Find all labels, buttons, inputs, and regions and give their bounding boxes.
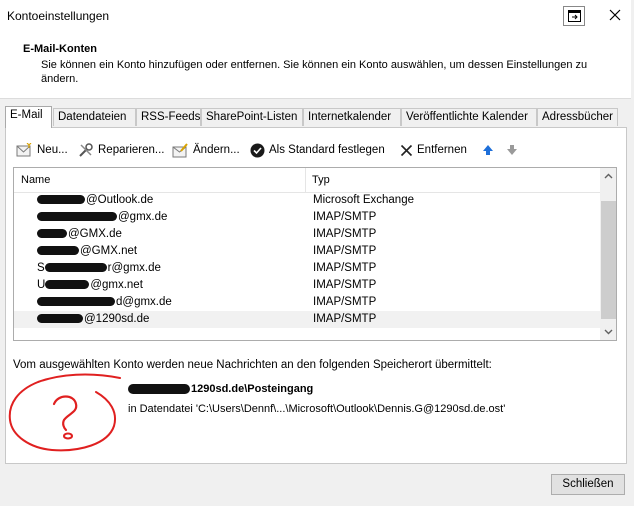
x-icon [400, 144, 413, 156]
delivery-folder: 1290sd.de\Posteingang [128, 383, 313, 395]
redaction-mark [37, 195, 85, 205]
chevron-up-icon [604, 173, 613, 179]
wrench-icon [79, 142, 93, 157]
scroll-thumb[interactable] [601, 201, 616, 319]
restore-icon [568, 10, 581, 22]
table-row[interactable]: d@gmx.de IMAP/SMTP [14, 294, 601, 311]
account-name: @Outlook.de [37, 194, 153, 206]
account-list: Name Typ @Outlook.de Microsoft Exchange … [13, 167, 617, 341]
redaction-mark [44, 263, 107, 273]
account-name: U @gmx.net [37, 279, 143, 291]
account-name: @1290sd.de [37, 313, 149, 325]
redaction-mark [45, 280, 90, 290]
window-title: Kontoeinstellungen [7, 9, 110, 23]
column-header-type[interactable]: Typ [312, 174, 330, 186]
remove-button[interactable]: Entfernen [400, 141, 467, 159]
table-row[interactable]: Sr@gmx.de IMAP/SMTP [14, 260, 601, 277]
header-title: E-Mail-Konten [23, 43, 97, 55]
list-header: Name Typ [14, 168, 601, 193]
tab-adressbuecher[interactable]: Adressbücher [537, 108, 618, 126]
delivery-datafile: in Datendatei 'C:\Users\Dennf\...\Micros… [128, 403, 506, 415]
restore-button[interactable] [563, 6, 585, 26]
title-bar: Kontoeinstellungen [0, 0, 634, 32]
dialog-header: E-Mail-Konten Sie können ein Konto hinzu… [0, 32, 634, 99]
tab-rss-feeds[interactable]: RSS-Feeds [136, 108, 201, 126]
scroll-down-button[interactable] [600, 323, 616, 340]
change-icon [172, 142, 188, 157]
tab-sharepoint-listen[interactable]: SharePoint-Listen [201, 108, 303, 126]
repair-button[interactable]: Reparieren... [78, 141, 164, 159]
change-button[interactable]: Ändern... [172, 141, 240, 159]
dialog-footer [0, 465, 634, 506]
new-button[interactable]: Neu... [16, 141, 68, 159]
redaction-mark [128, 384, 190, 395]
move-up-button[interactable] [482, 141, 498, 159]
account-type: IMAP/SMTP [313, 262, 377, 274]
table-row[interactable]: U @gmx.net IMAP/SMTP [14, 277, 601, 294]
window-close-button[interactable] [603, 6, 627, 26]
checkmark-icon [250, 143, 265, 157]
account-name: @GMX.de [37, 228, 122, 240]
tab-datendateien[interactable]: Datendateien [53, 108, 136, 126]
account-type: Microsoft Exchange [313, 194, 414, 206]
arrow-down-icon [507, 145, 517, 155]
move-down-button[interactable] [506, 141, 522, 159]
column-header-name[interactable]: Name [21, 174, 50, 186]
chevron-down-icon [604, 329, 613, 335]
account-type: IMAP/SMTP [313, 245, 377, 257]
account-name: @gmx.de [37, 211, 167, 223]
question-mark-annotation [8, 373, 121, 452]
account-type: IMAP/SMTP [313, 211, 377, 223]
table-row[interactable]: @GMX.net IMAP/SMTP [14, 243, 601, 260]
account-name: @GMX.net [37, 245, 137, 257]
redaction-mark [37, 212, 117, 222]
close-icon [609, 9, 621, 21]
table-row[interactable]: @Outlook.de Microsoft Exchange [14, 192, 601, 209]
scroll-up-button[interactable] [600, 168, 616, 185]
column-divider[interactable] [305, 168, 306, 192]
tab-email[interactable]: E-Mail [5, 106, 52, 128]
table-row[interactable]: @gmx.de IMAP/SMTP [14, 209, 601, 226]
account-name: Sr@gmx.de [37, 262, 161, 274]
account-type: IMAP/SMTP [313, 313, 377, 325]
header-description: Sie können ein Konto hinzufügen oder ent… [41, 59, 588, 85]
account-type: IMAP/SMTP [313, 228, 377, 240]
account-type: IMAP/SMTP [313, 296, 377, 308]
redaction-mark [37, 297, 115, 307]
arrow-up-icon [483, 145, 493, 155]
redaction-mark [37, 246, 79, 256]
new-mail-icon [16, 142, 32, 156]
set-default-button[interactable]: Als Standard festlegen [250, 141, 385, 159]
redaction-mark [37, 314, 83, 324]
close-dialog-button[interactable]: Schließen [551, 474, 625, 495]
account-name: d@gmx.de [37, 296, 172, 308]
tab-veroeffentlichte-kalender[interactable]: Veröffentlichte Kalender [401, 108, 537, 126]
redaction-mark [37, 229, 67, 239]
account-type: IMAP/SMTP [313, 279, 377, 291]
tab-internetkalender[interactable]: Internetkalender [303, 108, 401, 126]
table-row-selected[interactable]: @1290sd.de IMAP/SMTP [14, 311, 601, 328]
vertical-scrollbar[interactable] [600, 168, 616, 340]
table-row[interactable]: @GMX.de IMAP/SMTP [14, 226, 601, 243]
